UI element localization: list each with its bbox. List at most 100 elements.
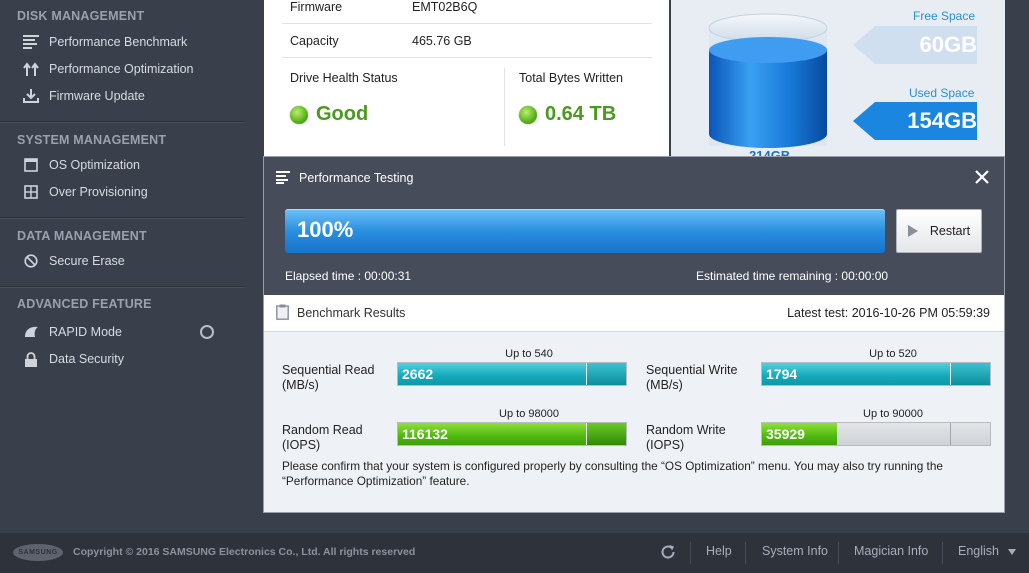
used-space-label: Used Space <box>909 86 975 100</box>
column-divider <box>504 68 505 146</box>
results-header: Benchmark Results Latest test: 2016-10-2… <box>264 295 1004 332</box>
metric-label-sequential-read: Sequential Read (MB/s) <box>282 363 374 393</box>
rapid-icon <box>22 324 40 340</box>
metric-name: Random Write <box>646 423 726 437</box>
status-ok-icon <box>290 105 308 124</box>
section-title-system-management: SYSTEM MANAGEMENT <box>17 133 167 147</box>
sidebar-item-label: Over Provisioning <box>49 185 148 199</box>
health-value: Good <box>316 103 369 125</box>
metric-bar: 2662 <box>397 362 627 386</box>
sidebar-item-label: Data Security <box>49 352 125 366</box>
rapid-mode-toggle[interactable] <box>200 325 214 339</box>
restart-label: Restart <box>929 224 971 238</box>
metric-reference-marker <box>950 363 951 385</box>
panel-title: Performance Testing <box>299 171 414 185</box>
sidebar-item-secure-erase[interactable]: Secure Erase <box>22 251 232 271</box>
metric-unit: (MB/s) <box>646 378 683 392</box>
language-select[interactable]: English <box>958 544 1017 558</box>
footer-separator <box>745 542 746 564</box>
sidebar: DISK MANAGEMENT Performance Benchmark Pe… <box>0 0 244 533</box>
sidebar-item-data-security[interactable]: Data Security <box>22 349 232 369</box>
grid-icon <box>22 184 40 200</box>
play-icon <box>907 225 918 237</box>
help-link[interactable]: Help <box>706 544 732 558</box>
logo-text: SAMSUNG <box>18 549 58 556</box>
metric-upto: Up to 90000 <box>863 408 923 420</box>
sidebar-item-label: Secure Erase <box>49 254 125 268</box>
footer-separator <box>838 542 839 564</box>
footer-separator <box>690 542 691 564</box>
free-space-label: Free Space <box>913 9 976 23</box>
elapsed-time: Elapsed time : 00:00:31 <box>285 269 412 283</box>
latest-test: Latest test: 2016-10-26 PM 05:59:39 <box>787 306 990 320</box>
free-space-tag: 60GB <box>853 26 985 64</box>
sidebar-item-label: RAPID Mode <box>49 325 122 339</box>
metric-upto: Up to 98000 <box>499 408 559 420</box>
row-divider <box>282 57 652 58</box>
sidebar-item-label: OS Optimization <box>49 158 141 172</box>
sidebar-item-rapid-mode[interactable]: RAPID Mode <box>22 322 232 342</box>
metric-unit: (MB/s) <box>282 378 319 392</box>
drive-info-card: Firmware EMT02B6Q Capacity 465.76 GB Dri… <box>264 0 669 156</box>
disk-cylinder-icon <box>708 13 828 148</box>
progress-bar: 100% <box>285 209 885 253</box>
used-space-value: 154GB <box>907 108 977 133</box>
chevron-down-icon <box>1008 549 1017 555</box>
metric-bar: 1794 <box>761 362 991 386</box>
metric-bar-fill: 35929 <box>762 423 837 445</box>
footer: SAMSUNG Copyright © 2016 SAMSUNG Electro… <box>0 533 1029 573</box>
metric-value: 1794 <box>766 366 798 382</box>
system-info-link[interactable]: System Info <box>762 544 828 558</box>
samsung-logo: SAMSUNG <box>13 544 63 561</box>
metric-bar: 116132 <box>397 422 627 446</box>
metric-label-random-write: Random Write (IOPS) <box>646 423 726 453</box>
benchmark-icon <box>276 171 290 189</box>
download-icon <box>22 88 40 104</box>
restart-button[interactable]: Restart <box>896 209 982 253</box>
performance-testing-panel: Performance Testing 100% Restart Elapsed… <box>263 156 1005 513</box>
metric-value: 2662 <box>402 366 434 382</box>
sidebar-item-firmware-update[interactable]: Firmware Update <box>22 86 232 106</box>
close-button[interactable] <box>973 168 991 186</box>
metric-reference-zone <box>587 423 626 445</box>
refresh-button[interactable] <box>659 543 677 564</box>
window-icon <box>22 157 40 173</box>
copyright-text: Copyright © 2016 SAMSUNG Electronics Co.… <box>73 546 416 558</box>
metric-reference-marker <box>586 423 587 445</box>
metric-upto: Up to 540 <box>505 348 553 360</box>
sidebar-item-label: Performance Optimization <box>49 62 194 76</box>
capacity-label: Capacity <box>290 34 339 48</box>
benchmark-note: Please confirm that your system is confi… <box>282 459 943 488</box>
metric-reference-zone <box>587 363 626 385</box>
language-value: English <box>958 544 999 558</box>
progress-percent: 100% <box>297 217 354 242</box>
optimization-icon <box>22 61 40 77</box>
metric-value: 116132 <box>402 426 448 442</box>
section-title-disk-management: DISK MANAGEMENT <box>17 9 145 23</box>
sidebar-item-performance-optimization[interactable]: Performance Optimization <box>22 59 232 79</box>
tbw-status: 0.64 TB <box>519 103 616 126</box>
metric-reference-zone <box>951 363 990 385</box>
tbw-value: 0.64 TB <box>545 103 617 125</box>
tbw-label: Total Bytes Written <box>519 71 623 85</box>
section-title-advanced-feature: ADVANCED FEATURE <box>17 297 152 311</box>
footer-separator <box>942 542 943 564</box>
metric-label-sequential-write: Sequential Write (MB/s) <box>646 363 738 393</box>
magician-info-link[interactable]: Magician Info <box>854 544 928 558</box>
firmware-value: EMT02B6Q <box>412 0 478 14</box>
sidebar-item-os-optimization[interactable]: OS Optimization <box>22 155 232 175</box>
section-divider <box>0 121 244 123</box>
health-label: Drive Health Status <box>290 71 398 85</box>
metric-bar: 35929 <box>761 422 991 446</box>
sidebar-item-label: Performance Benchmark <box>49 35 188 49</box>
sidebar-item-over-provisioning[interactable]: Over Provisioning <box>22 182 232 202</box>
metric-value: 35929 <box>766 426 805 442</box>
sidebar-item-performance-benchmark[interactable]: Performance Benchmark <box>22 32 232 52</box>
clipboard-icon <box>276 304 289 325</box>
panel-header: Performance Testing 100% Restart Elapsed… <box>264 157 1004 295</box>
metric-name: Sequential Read <box>282 363 375 377</box>
metric-label-random-read: Random Read (IOPS) <box>282 423 363 453</box>
used-space-tag: 154GB <box>853 102 985 140</box>
section-divider <box>0 217 244 219</box>
status-ok-icon <box>519 105 537 124</box>
